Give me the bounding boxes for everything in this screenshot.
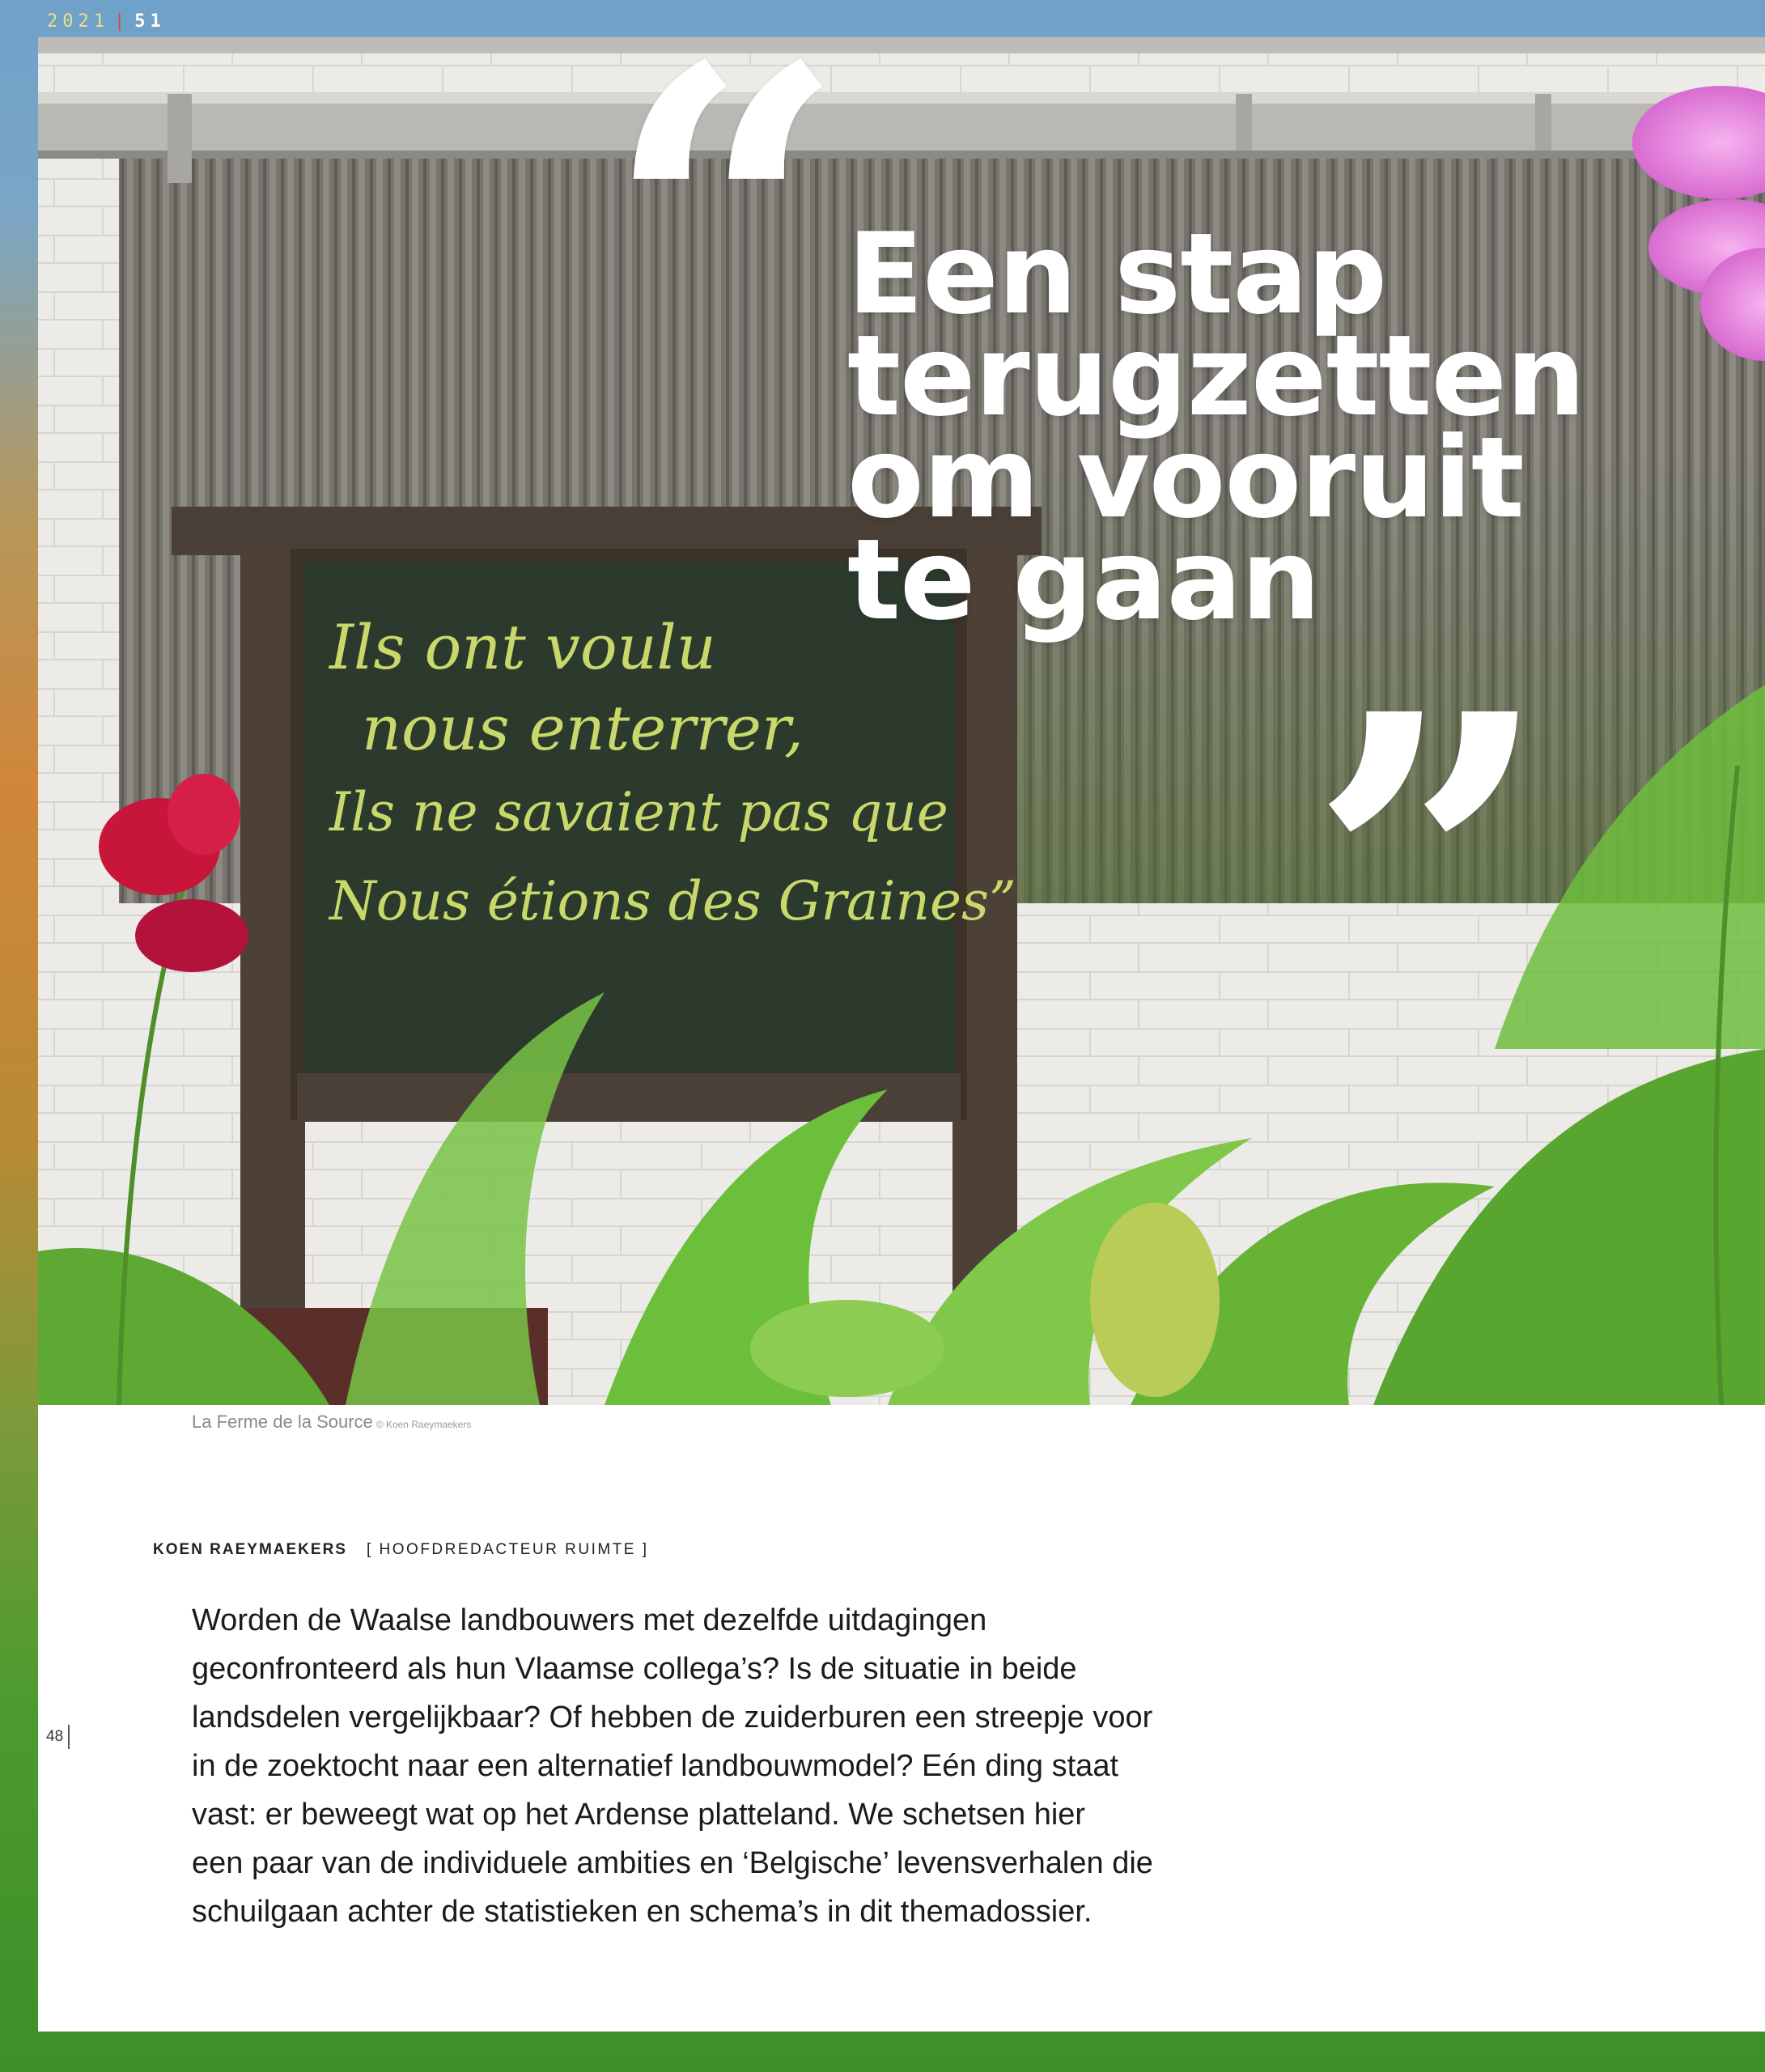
pull-quote-headline: Een stap terugzetten om vooruit te gaan [847, 219, 1737, 645]
chalkboard-line-1: Ils ont voulu [328, 611, 716, 683]
author-name: KOEN RAEYMAEKERS [153, 1541, 347, 1558]
photo-caption: La Ferme de la Source © Koen Raeymaekers [192, 1412, 471, 1433]
intro-line: Worden de Waalse landbouwers met dezelfd… [192, 1603, 987, 1637]
byline: KOEN RAEYMAEKERS [ HOOFDREDACTEUR RUIMTE … [153, 1541, 649, 1559]
intro-line: schuilgaan achter de statistieken en sch… [192, 1895, 1093, 1929]
intro-line: in de zoektocht naar een alternatief lan… [192, 1749, 1119, 1783]
issue-label: 2021 | 51 [47, 11, 166, 32]
intro-line: landsdelen vergelijkbaar? Of hebben de z… [192, 1700, 1153, 1734]
intro-paragraph: Worden de Waalse landbouwers met dezelfd… [192, 1596, 1406, 1936]
page-sheet: Ils ont voulu nous enterrer, Ils ne sava… [38, 37, 1765, 2032]
chalkboard-line-2: nous enterrer, [362, 692, 804, 764]
intro-line: vast: er beweegt wat op het Ardense plat… [192, 1798, 1086, 1832]
chalkboard-line-3: Ils ne savaient pas que [329, 781, 948, 843]
headline-line-4: te gaan [847, 515, 1321, 645]
hero-photo: Ils ont voulu nous enterrer, Ils ne sava… [38, 37, 1765, 1405]
caption-text: La Ferme de la Source [192, 1412, 373, 1432]
close-quote-mark: ” [1309, 623, 1551, 1118]
photo-credit: © Koen Raeymaekers [375, 1419, 472, 1430]
author-role: [ HOOFDREDACTEUR RUIMTE ] [366, 1541, 649, 1558]
issue-year: 2021 [47, 11, 109, 32]
issue-number: 51 [134, 11, 166, 32]
intro-line: geconfronteerd als hun Vlaamse collega’s… [192, 1652, 1077, 1686]
chalkboard-line-4: Nous étions des Graines” [328, 870, 1016, 932]
intro-line: een paar van de individuele ambities en … [192, 1846, 1153, 1880]
page-number: 48 [46, 1725, 70, 1749]
issue-separator: | [113, 11, 130, 32]
open-quote-mark: “ [605, 37, 846, 470]
